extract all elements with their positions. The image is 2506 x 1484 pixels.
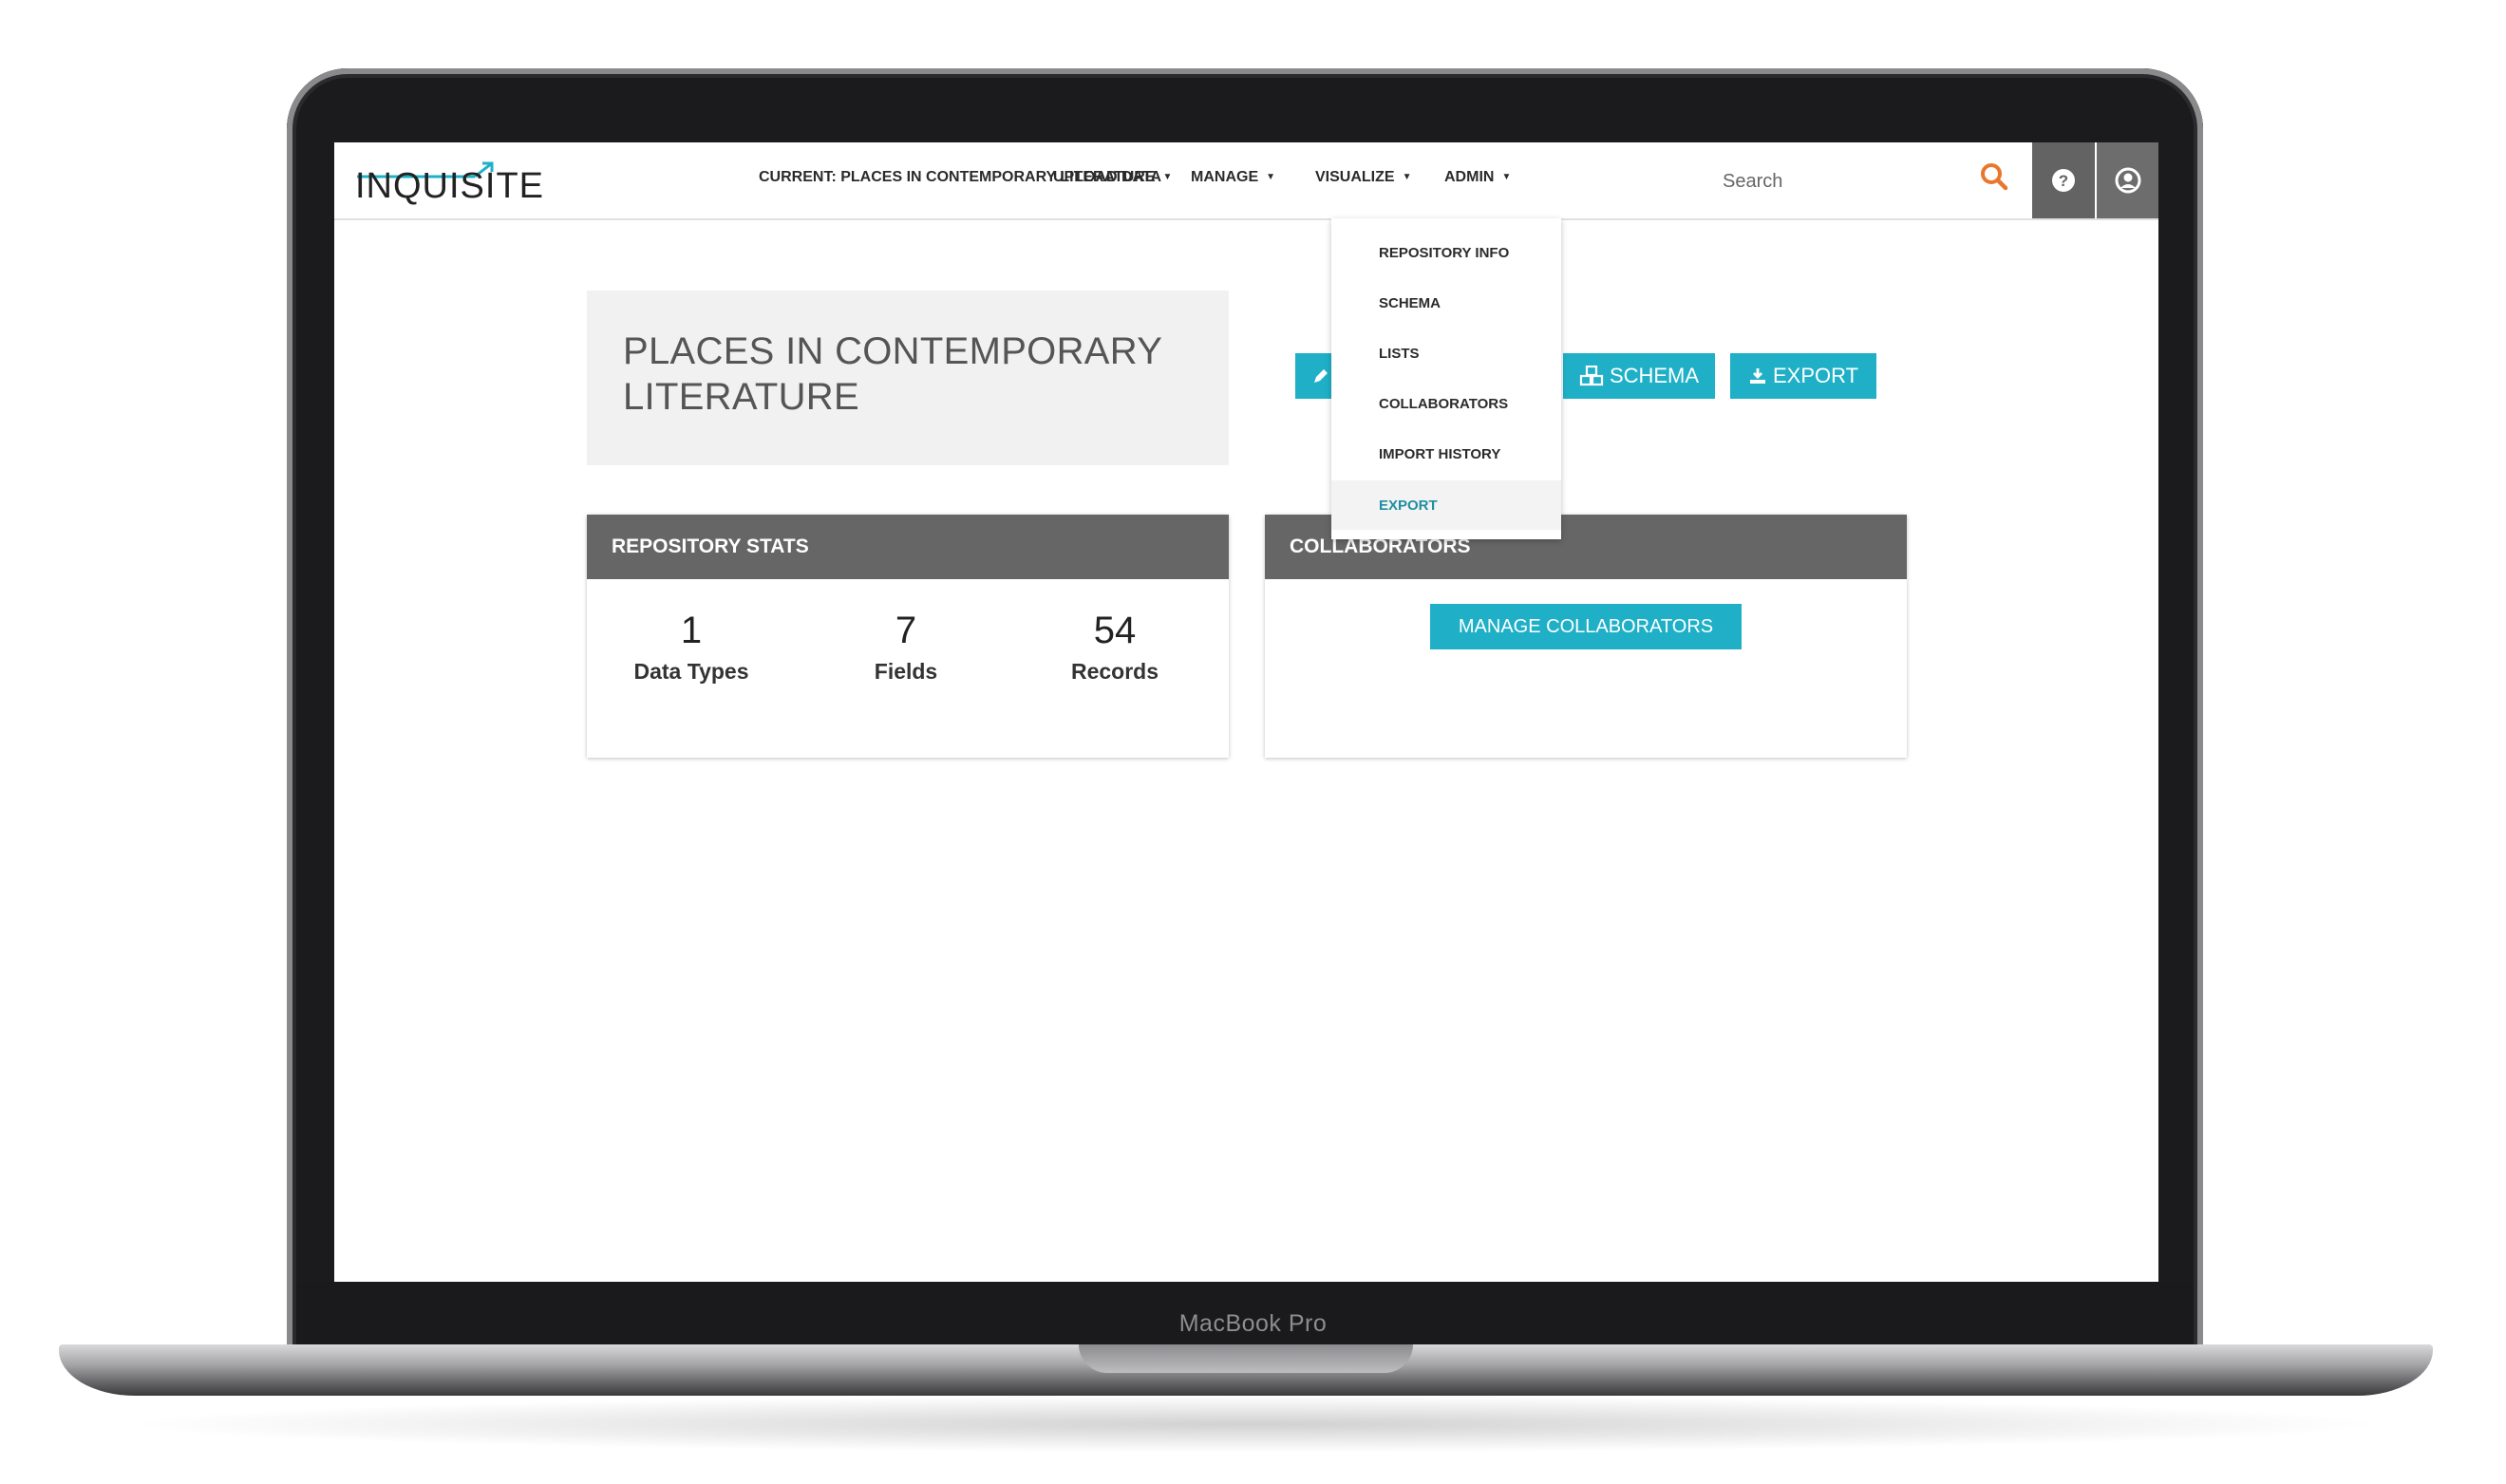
caret-down-icon: ▼ <box>1501 172 1512 182</box>
stat-label: Fields <box>874 659 938 684</box>
svg-text:?: ? <box>2059 172 2068 190</box>
help-button[interactable]: ? <box>2032 142 2095 218</box>
menu-item-label: EXPORT <box>1379 498 1438 514</box>
nav-visualize[interactable]: VISUALIZE ▼ <box>1315 169 1411 186</box>
stat-value: 7 <box>895 610 917 651</box>
stat-value: 1 <box>680 610 703 651</box>
pencil-icon <box>1314 369 1328 383</box>
caret-down-icon: ▼ <box>1402 172 1412 182</box>
laptop-shadow <box>114 1396 2393 1453</box>
laptop-notch <box>1079 1344 1413 1373</box>
stat-data-types: 1 Data Types <box>606 610 777 685</box>
stat-records: 54 Records <box>1029 610 1200 685</box>
schema-button[interactable]: SCHEMA <box>1563 353 1715 399</box>
caret-down-icon: ▼ <box>1162 172 1173 182</box>
menu-item-label: REPOSITORY INFO <box>1379 245 1510 261</box>
top-navbar: INQUISITE CURRENT: PLACES IN CONTEMPORAR… <box>334 142 2158 220</box>
manage-dropdown-menu: REPOSITORY INFO SCHEMA LISTS COLLABORATO… <box>1331 218 1561 539</box>
nav-manage[interactable]: MANAGE ▼ <box>1191 169 1275 186</box>
cubes-icon <box>1579 366 1604 386</box>
menu-item-label: SCHEMA <box>1379 295 1441 311</box>
menu-item-schema[interactable]: SCHEMA <box>1331 278 1561 328</box>
user-icon <box>2115 167 2141 194</box>
stat-value: 54 <box>1093 610 1137 651</box>
app-screen: INQUISITE CURRENT: PLACES IN CONTEMPORAR… <box>334 142 2158 1282</box>
nav-upload-label: UPLOAD DATA <box>1053 169 1162 185</box>
download-icon <box>1749 368 1765 384</box>
manage-collaborators-button[interactable]: MANAGE COLLABORATORS <box>1430 604 1742 649</box>
nav-admin[interactable]: ADMIN ▼ <box>1444 169 1511 186</box>
search-input[interactable] <box>1721 161 1971 201</box>
repository-stats-panel: REPOSITORY STATS 1 Data Types 7 Fields 5… <box>587 515 1229 758</box>
collaborators-panel: COLLABORATORS MANAGE COLLABORATORS <box>1265 515 1907 758</box>
menu-item-collaborators[interactable]: COLLABORATORS <box>1331 379 1561 428</box>
search-icon <box>1981 163 2008 191</box>
stat-fields: 7 Fields <box>820 610 991 685</box>
repository-title: PLACES IN CONTEMPORARY LITERATURE <box>623 330 1162 418</box>
menu-item-export[interactable]: EXPORT <box>1331 480 1561 530</box>
menu-item-lists[interactable]: LISTS <box>1331 329 1561 378</box>
nav-manage-label: MANAGE <box>1191 169 1259 185</box>
stat-label: Data Types <box>633 659 749 684</box>
user-menu-button[interactable] <box>2097 142 2158 218</box>
app-logo[interactable]: INQUISITE <box>355 161 543 205</box>
schema-button-label: SCHEMA <box>1609 364 1700 387</box>
nav-upload-data[interactable]: UPLOAD DATA <box>1053 169 1161 186</box>
menu-item-label: LISTS <box>1379 346 1420 362</box>
nav-visualize-label: VISUALIZE <box>1315 169 1395 185</box>
device-label: MacBook Pro <box>1178 1310 1328 1337</box>
export-button[interactable]: EXPORT <box>1730 353 1876 399</box>
stat-label: Records <box>1070 659 1159 684</box>
logo-text: INQUISITE <box>355 166 545 206</box>
caret-down-icon: ▼ <box>1266 172 1276 182</box>
menu-item-import-history[interactable]: IMPORT HISTORY <box>1331 429 1561 479</box>
help-icon: ? <box>2052 169 2075 192</box>
menu-item-label: COLLABORATORS <box>1379 396 1509 412</box>
search-button[interactable] <box>1977 160 2015 201</box>
menu-item-repository-info[interactable]: REPOSITORY INFO <box>1331 228 1561 277</box>
repository-stats-header: REPOSITORY STATS <box>587 515 1229 579</box>
repository-title-card: PLACES IN CONTEMPORARY LITERATURE <box>587 291 1229 465</box>
nav-admin-label: ADMIN <box>1444 169 1495 185</box>
menu-item-label: IMPORT HISTORY <box>1379 446 1501 462</box>
export-button-label: EXPORT <box>1772 364 1859 387</box>
